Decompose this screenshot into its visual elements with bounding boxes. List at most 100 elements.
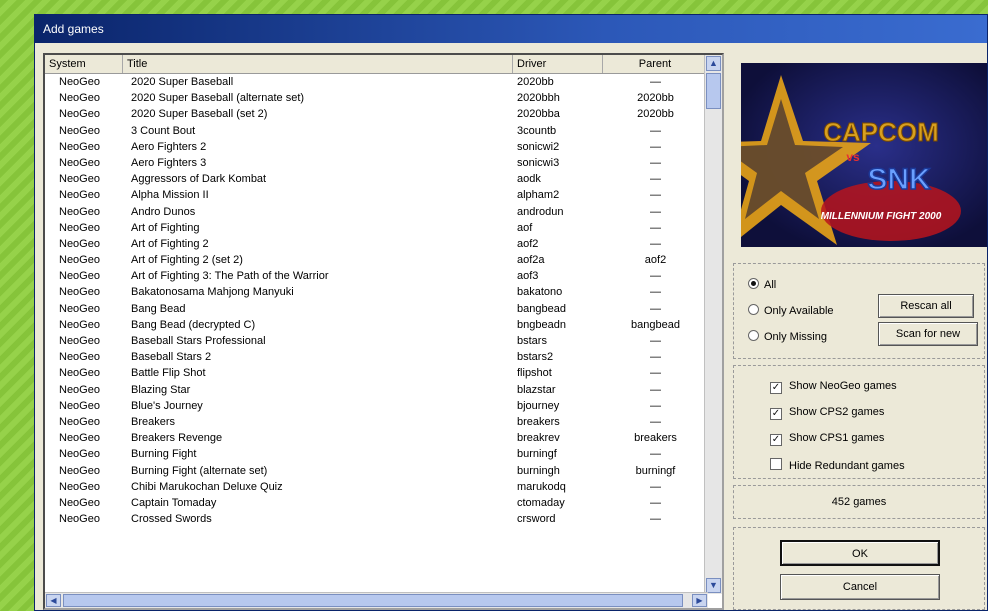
cell-parent: — (650, 399, 661, 412)
cell-driver: aof3 (517, 270, 539, 283)
cell-title: Art of Fighting (131, 221, 200, 234)
scroll-thumb[interactable] (706, 73, 721, 109)
table-row[interactable]: NeoGeo Crossed Swords crsword — (45, 511, 708, 527)
scroll-left-icon[interactable]: ◀ (46, 594, 61, 607)
cell-parent: — (650, 76, 661, 88)
cell-title: Breakers (131, 415, 176, 428)
table-row[interactable]: NeoGeo Blue's Journey bjourney — (45, 398, 708, 414)
radio-only-available[interactable]: Only Available (748, 304, 834, 317)
window-title: Add games (35, 15, 987, 43)
cell-parent: — (650, 335, 661, 347)
cancel-button[interactable]: Cancel (780, 574, 940, 600)
cell-parent: burningf (635, 464, 676, 477)
table-row[interactable]: NeoGeo Battle Flip Shot flipshot — (45, 365, 708, 381)
cell-system: NeoGeo (59, 415, 100, 428)
cell-parent: — (650, 205, 661, 218)
ok-button[interactable]: OK (780, 540, 940, 566)
cell-driver: bakatono (517, 286, 563, 299)
cell-system: NeoGeo (59, 254, 100, 267)
cell-driver: bangbead (517, 302, 566, 315)
cell-system: NeoGeo (59, 140, 100, 153)
cell-title: Captain Tomaday (131, 496, 217, 509)
logo-caption-text: MILLENNIUM FIGHT 2000 (821, 211, 942, 222)
checkbox-show-cps2[interactable]: ✓ Show CPS2 games (770, 406, 884, 420)
table-row[interactable]: NeoGeo 2020 Super Baseball (alternate set… (45, 90, 708, 106)
cell-driver: bstars2 (517, 351, 554, 364)
cell-parent: — (650, 270, 661, 283)
cell-parent: 2020bb (637, 108, 674, 121)
table-row[interactable]: NeoGeo 3 Count Bout 3countb — (45, 123, 708, 139)
table-row[interactable]: NeoGeo Burning Fight burningf — (45, 446, 708, 462)
table-row[interactable]: NeoGeo Art of Fighting 2 (set 2) aof2a aof2 (45, 252, 708, 268)
table-row[interactable]: NeoGeo Baseball Stars 2 bstars2 — (45, 349, 708, 365)
horizontal-scrollbar[interactable]: ◀ ▶ (45, 592, 708, 608)
game-count-label: 452 games (831, 496, 887, 508)
cell-title: 2020 Super Baseball (set 2) (131, 108, 268, 121)
logo-vs-text: vs (846, 150, 860, 164)
table-row[interactable]: NeoGeo Aggressors of Dark Kombat aodk — (45, 171, 708, 187)
cell-driver: aodk (517, 173, 541, 186)
hscroll-thumb[interactable] (63, 594, 683, 607)
logo-capcom-text: CAPCOM (823, 117, 939, 147)
table-row[interactable]: NeoGeo Chibi Marukochan Deluxe Quiz maruko… (45, 479, 708, 495)
table-row[interactable]: NeoGeo Art of Fighting aof — (45, 220, 708, 236)
cell-title: Bang Bead (decrypted C) (131, 318, 256, 331)
cell-system: NeoGeo (59, 76, 100, 88)
table-row[interactable]: NeoGeo Aero Fighters 3 sonicwi3 — (45, 155, 708, 171)
checkbox-hide-redundant[interactable]: Hide Redundant games (770, 458, 905, 472)
cell-title: 2020 Super Baseball (131, 76, 234, 88)
table-row[interactable]: NeoGeo Breakers breakers — (45, 414, 708, 430)
column-title[interactable]: Title (123, 55, 513, 73)
cell-driver: ctomaday (517, 496, 565, 509)
cell-system: NeoGeo (59, 351, 100, 364)
table-row[interactable]: NeoGeo Aero Fighters 2 sonicwi2 — (45, 139, 708, 155)
column-driver[interactable]: Driver (513, 55, 603, 73)
table-row[interactable]: NeoGeo 2020 Super Baseball 2020bb — (45, 74, 708, 90)
cell-parent: — (650, 513, 661, 526)
cell-driver: alpham2 (517, 189, 560, 202)
cell-system: NeoGeo (59, 92, 100, 105)
cell-system: NeoGeo (59, 108, 100, 121)
scroll-right-icon[interactable]: ▶ (692, 594, 707, 607)
list-header: System Title Driver Parent (45, 55, 708, 74)
cell-title: 2020 Super Baseball (alternate set) (131, 92, 305, 105)
cell-driver: 2020bbh (517, 92, 560, 105)
cell-parent: — (650, 124, 661, 137)
table-row[interactable]: NeoGeo Burning Fight (alternate set) burni… (45, 463, 708, 479)
vertical-scrollbar[interactable]: ▲ ▼ (704, 55, 722, 594)
capcom-vs-snk-logo: CAPCOM vs SNK MILLENNIUM FIGHT 2000 (741, 63, 987, 247)
cell-title: Burning Fight (131, 448, 197, 461)
system-toggles-group: ✓ Show NeoGeo games ✓ Show CPS2 games ✓ Sho… (733, 365, 985, 479)
cell-parent: — (650, 189, 661, 202)
games-list[interactable]: System Title Driver Parent NeoGeo 2020 Su… (43, 53, 724, 610)
table-row[interactable]: NeoGeo Baseball Stars Professional bstars — (45, 333, 708, 349)
column-parent[interactable]: Parent (603, 55, 708, 73)
table-row[interactable]: NeoGeo Andro Dunos androdun — (45, 204, 708, 220)
table-row[interactable]: NeoGeo Blazing Star blazstar — (45, 382, 708, 398)
table-row[interactable]: NeoGeo Bang Bead (decrypted C) bngbeadn ban… (45, 317, 708, 333)
table-row[interactable]: NeoGeo Breakers Revenge breakrev breakers (45, 430, 708, 446)
table-row[interactable]: NeoGeo Alpha Mission II alpham2 — (45, 187, 708, 203)
table-row[interactable]: NeoGeo Art of Fighting 2 aof2 — (45, 236, 708, 252)
cell-system: NeoGeo (59, 221, 100, 234)
table-row[interactable]: NeoGeo Captain Tomaday ctomaday — (45, 495, 708, 511)
checkbox-show-cps1[interactable]: ✓ Show CPS1 games (770, 432, 884, 446)
column-system[interactable]: System (45, 55, 123, 73)
cell-parent: bangbead (631, 318, 680, 331)
cell-system: NeoGeo (59, 367, 100, 380)
cell-driver: 2020bba (517, 108, 560, 121)
table-row[interactable]: NeoGeo Art of Fighting 3: The Path of the… (45, 268, 708, 284)
table-row[interactable]: NeoGeo Bang Bead bangbead — (45, 301, 708, 317)
cell-driver: crsword (517, 513, 556, 526)
checkbox-show-neogeo[interactable]: ✓ Show NeoGeo games (770, 380, 897, 394)
scroll-down-icon[interactable]: ▼ (706, 578, 721, 593)
radio-all[interactable]: All (748, 278, 776, 291)
table-row[interactable]: NeoGeo Bakatonosama Mahjong Manyuki bakato… (45, 284, 708, 300)
scan-for-new-button[interactable]: Scan for new (878, 322, 978, 346)
cell-title: 3 Count Bout (131, 124, 196, 137)
scroll-up-icon[interactable]: ▲ (706, 56, 721, 71)
radio-only-missing[interactable]: Only Missing (748, 330, 827, 343)
table-row[interactable]: NeoGeo 2020 Super Baseball (set 2) 2020bba… (45, 106, 708, 122)
cell-title: Breakers Revenge (131, 432, 223, 445)
rescan-all-button[interactable]: Rescan all (878, 294, 974, 318)
